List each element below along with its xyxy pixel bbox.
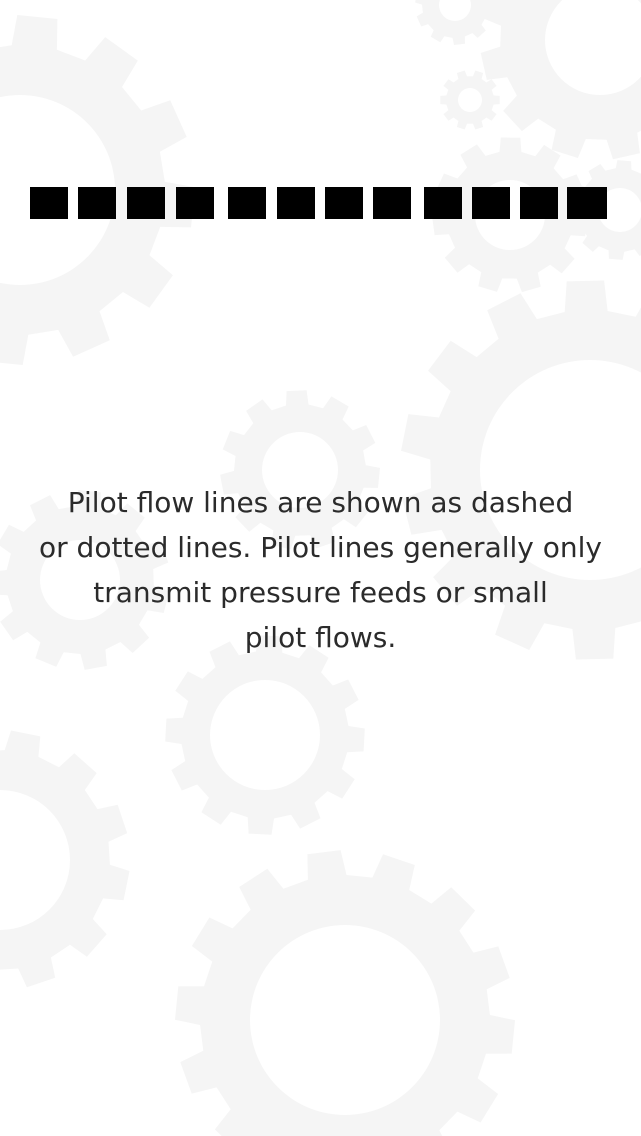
gear-icon xyxy=(480,0,641,160)
gear-icon xyxy=(175,850,515,1136)
caption-line: transmit pressure feeds or small xyxy=(93,576,548,609)
gear-icon xyxy=(0,730,130,988)
dash-segment xyxy=(30,187,68,219)
gear-icon xyxy=(165,635,365,835)
dash-segment xyxy=(325,187,363,219)
dash-segment xyxy=(472,187,510,219)
dash-segment xyxy=(176,187,214,219)
dash-segment xyxy=(424,187,462,219)
dash-segment xyxy=(78,187,116,219)
caption-line: or dotted lines. Pilot lines generally o… xyxy=(39,531,602,564)
dash-segment xyxy=(567,187,607,219)
gear-icon xyxy=(415,0,495,45)
dash-segment xyxy=(228,187,266,219)
dash-segment xyxy=(127,187,165,219)
caption-text: Pilot flow lines are shown as dashed or … xyxy=(0,480,641,660)
caption-line: pilot flows. xyxy=(244,621,397,654)
pilot-line-symbol xyxy=(30,187,607,219)
dash-segment xyxy=(373,187,411,219)
dash-segment xyxy=(520,187,558,219)
dash-segment xyxy=(277,187,315,219)
caption-line: Pilot flow lines are shown as dashed xyxy=(67,486,574,519)
